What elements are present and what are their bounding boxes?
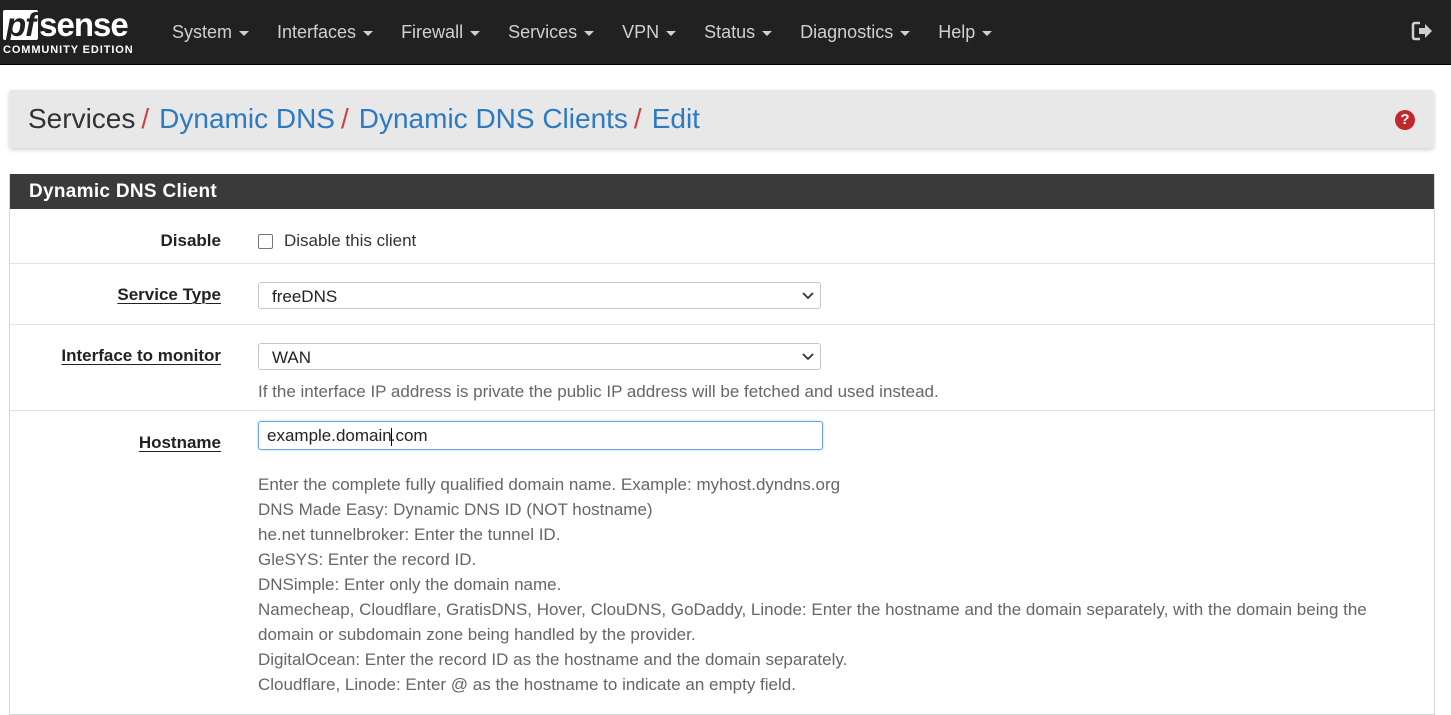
hostname-value-start: example.domain <box>267 426 392 445</box>
interface-row: Interface to monitor WAN If the interfac… <box>10 325 1434 411</box>
menu-label: Interfaces <box>277 22 357 42</box>
caret-down-icon <box>363 30 374 36</box>
service-type-value: freeDNS <box>272 287 338 306</box>
interface-help: If the interface IP address is private t… <box>258 382 939 401</box>
disable-checkbox[interactable] <box>258 233 273 249</box>
interface-label: Interface to monitor <box>61 346 221 365</box>
main-menu: System Interfaces Firewall Services VPN … <box>158 0 1006 64</box>
menu-services[interactable]: Services <box>494 0 608 64</box>
breadcrumb-edit[interactable]: Edit <box>652 103 700 134</box>
breadcrumb-trail: Services / Dynamic DNS / Dynamic DNS Clients… <box>28 90 700 148</box>
menu-diagnostics[interactable]: Diagnostics <box>786 0 924 64</box>
menu-label: Firewall <box>401 22 464 42</box>
caret-down-icon <box>470 30 481 36</box>
caret-down-icon <box>982 30 993 36</box>
menu-firewall[interactable]: Firewall <box>387 0 494 64</box>
caret-down-icon <box>239 30 250 36</box>
hostname-help: Enter the complete fully qualified domai… <box>258 472 1367 697</box>
sign-out-icon[interactable] <box>1411 20 1435 42</box>
pfsense-logo[interactable]: pf sense COMMUNITY EDITION <box>3 6 137 58</box>
logo-prefix: pf <box>3 8 39 41</box>
service-type-row: Service Type freeDNS <box>10 264 1434 325</box>
caret-down-icon <box>900 30 911 36</box>
breadcrumb-dynamic-dns[interactable]: Dynamic DNS <box>159 103 335 134</box>
breadcrumb-root: Services <box>28 103 136 134</box>
interface-select[interactable]: WAN <box>258 343 821 370</box>
menu-vpn[interactable]: VPN <box>608 0 690 64</box>
hostname-help-line: Namecheap, Cloudflare, GratisDNS, Hover,… <box>258 600 1367 619</box>
breadcrumb-separator: / <box>141 103 150 134</box>
hostname-row: Hostname example.domain.com Enter the co… <box>10 411 1434 711</box>
disable-row: Disable Disable this client <box>10 209 1434 264</box>
hostname-input[interactable]: example.domain.com <box>258 421 823 450</box>
menu-interfaces[interactable]: Interfaces <box>263 0 387 64</box>
chevron-down-icon <box>802 292 814 300</box>
menu-status[interactable]: Status <box>690 0 786 64</box>
question-circle-icon[interactable]: ? <box>1395 110 1415 130</box>
disable-checkbox-wrap[interactable]: Disable this client <box>258 231 416 251</box>
logo-wordmark: pf sense <box>3 6 129 44</box>
menu-help[interactable]: Help <box>924 0 1006 64</box>
menu-label: Help <box>938 22 976 42</box>
breadcrumb-dynamic-dns-clients[interactable]: Dynamic DNS Clients <box>359 103 628 134</box>
menu-system[interactable]: System <box>158 0 263 64</box>
dynamic-dns-client-panel: Dynamic DNS Client Disable Disable this … <box>9 174 1435 715</box>
menu-label: System <box>172 22 233 42</box>
logo-suffix: sense <box>39 6 129 43</box>
hostname-help-line: DNS Made Easy: Dynamic DNS ID (NOT hostn… <box>258 500 653 519</box>
menu-label: Diagnostics <box>800 22 894 42</box>
service-type-select[interactable]: freeDNS <box>258 282 821 309</box>
breadcrumb: Services / Dynamic DNS / Dynamic DNS Clients… <box>9 90 1434 148</box>
hostname-help-line: DNSimple: Enter only the domain name. <box>258 575 562 594</box>
caret-down-icon <box>666 30 677 36</box>
breadcrumb-separator: / <box>340 103 349 134</box>
hostname-help-line: GleSYS: Enter the record ID. <box>258 550 477 569</box>
hostname-help-line: Cloudflare, Linode: Enter @ as the hostn… <box>258 675 796 694</box>
disable-label: Disable <box>160 231 221 250</box>
chevron-down-icon <box>802 353 814 361</box>
menu-label: Services <box>508 22 578 42</box>
hostname-label: Hostname <box>138 433 221 452</box>
hostname-help-line: domain or subdomain zone being handled b… <box>258 625 696 644</box>
caret-down-icon <box>584 30 595 36</box>
menu-label: Status <box>704 22 756 42</box>
service-type-label: Service Type <box>117 285 221 304</box>
hostname-help-line: he.net tunnelbroker: Enter the tunnel ID… <box>258 525 561 544</box>
breadcrumb-separator: / <box>633 103 642 134</box>
disable-checkbox-label[interactable]: Disable this client <box>284 231 416 251</box>
hostname-help-line: Enter the complete fully qualified domai… <box>258 475 841 494</box>
top-navbar: pf sense COMMUNITY EDITION System Interfa… <box>0 0 1451 65</box>
hostname-value-end: .com <box>390 426 428 445</box>
panel-title: Dynamic DNS Client <box>10 174 1434 209</box>
hostname-help-line: DigitalOcean: Enter the record ID as the… <box>258 650 848 669</box>
menu-label: VPN <box>622 22 660 42</box>
interface-value: WAN <box>272 348 312 367</box>
logo-edition: COMMUNITY EDITION <box>3 44 134 56</box>
caret-down-icon <box>762 30 773 36</box>
